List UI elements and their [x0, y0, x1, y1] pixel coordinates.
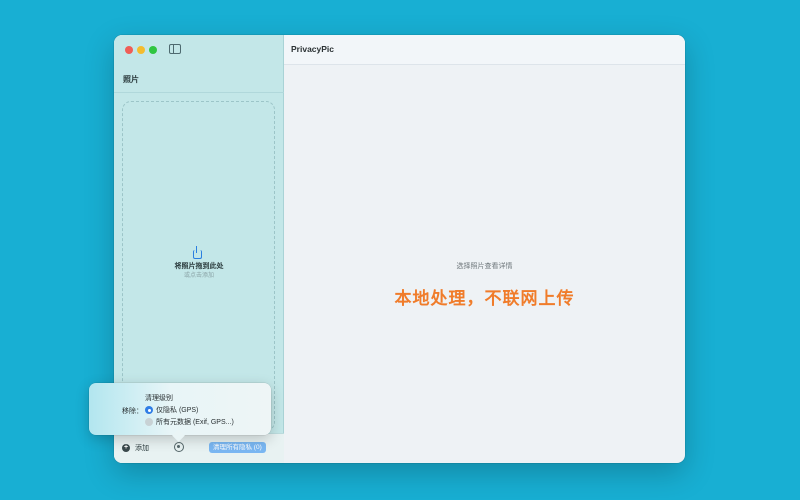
sidebar-toggle-icon[interactable] [169, 44, 181, 54]
local-processing-slogan: 本地处理，不联网上传 [394, 289, 575, 308]
add-button-label: 添加 [135, 445, 149, 452]
upload-icon [193, 246, 202, 259]
popover-title: 清理级别 [145, 395, 173, 402]
radio-label: 所有元数据 (Exif, GPS...) [156, 419, 234, 426]
divider [114, 92, 284, 93]
dropzone-subtitle: 或点击添加 [183, 273, 214, 279]
zoom-window-button[interactable] [149, 46, 157, 54]
main-header: PrivacyPic [284, 35, 685, 65]
add-button[interactable]: + 添加 [122, 443, 149, 453]
radio-option-all-metadata[interactable]: 所有元数据 (Exif, GPS...) [145, 417, 234, 427]
minimize-window-button[interactable] [137, 46, 145, 54]
radio-option-privacy-only[interactable]: 仅隐私 (GPS) [145, 405, 198, 415]
clean-all-privacy-button[interactable]: 清理所有隐私 (0) [209, 442, 266, 453]
radio-unchecked-icon[interactable] [145, 418, 153, 426]
section-title: 照片 [123, 75, 139, 84]
radio-checked-icon[interactable] [145, 406, 153, 414]
sidebar-bottom-bar: + 添加 清理所有隐私 (0) [114, 433, 284, 463]
plus-circle-icon: + [122, 444, 130, 452]
close-window-button[interactable] [125, 46, 133, 54]
clean-level-popover: 清理级别 移除： 仅隐私 (GPS) 所有元数据 (Exif, GPS...) [89, 383, 271, 435]
select-photo-hint: 选择照片查看详情 [456, 263, 513, 270]
gear-icon[interactable] [174, 442, 184, 452]
app-title: PrivacyPic [291, 44, 335, 54]
remove-label: 移除： [122, 408, 143, 415]
radio-label: 仅隐私 (GPS) [156, 407, 199, 414]
